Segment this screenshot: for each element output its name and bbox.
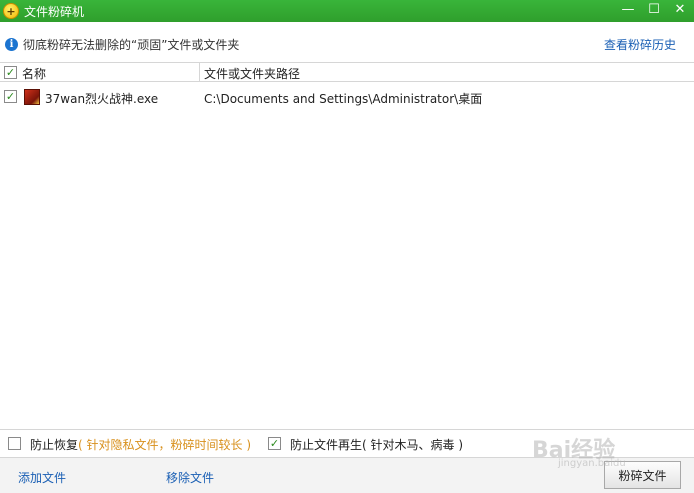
info-bar: i 彻底粉碎无法删除的“顽固”文件或文件夹 查看粉碎历史 [0, 22, 694, 62]
select-all-checkbox[interactable]: ✓ [4, 66, 17, 79]
exe-file-icon [24, 89, 40, 105]
table-row[interactable]: ✓ 37wan烈火战神.exe C:\Documents and Setting… [0, 86, 694, 108]
prevent-recovery-note: ( 针对隐私文件，粉碎时间较长 ) [78, 438, 252, 452]
column-divider[interactable] [199, 63, 200, 82]
bottom-bar: 添加文件 移除文件 粉碎文件 [0, 457, 694, 493]
window-controls: — ☐ ✕ [620, 2, 688, 18]
title-bar: + 文件粉碎机 — ☐ ✕ [0, 0, 694, 22]
prevent-regen-option[interactable]: 防止文件再生( 针对木马、病毒 ) [290, 436, 463, 453]
close-icon[interactable]: ✕ [672, 2, 688, 18]
add-file-link[interactable]: 添加文件 [18, 469, 66, 486]
info-text: 彻底粉碎无法删除的“顽固”文件或文件夹 [23, 38, 240, 52]
file-path: C:\Documents and Settings\Administrator\… [204, 92, 483, 106]
prevent-regen-label: 防止文件再生 [290, 438, 363, 452]
column-header-name[interactable]: 名称 [22, 65, 46, 82]
prevent-regen-note: ( 针对木马、病毒 ) [362, 438, 464, 452]
view-history-link[interactable]: 查看粉碎历史 [604, 36, 676, 53]
file-name: 37wan烈火战神.exe [45, 92, 159, 106]
maximize-icon[interactable]: ☐ [646, 2, 662, 18]
window-title: 文件粉碎机 [24, 4, 85, 19]
prevent-recovery-option[interactable]: 防止恢复( 针对隐私文件，粉碎时间较长 ) [30, 436, 251, 453]
shred-files-button[interactable]: 粉碎文件 [604, 461, 681, 489]
remove-file-link[interactable]: 移除文件 [166, 469, 214, 486]
prevent-recovery-label: 防止恢复 [30, 438, 79, 452]
row-checkbox[interactable]: ✓ [4, 90, 17, 103]
options-bar: 防止恢复( 针对隐私文件，粉碎时间较长 ) ✓ 防止文件再生( 针对木马、病毒 … [0, 429, 694, 457]
prevent-regen-checkbox[interactable]: ✓ [268, 437, 281, 450]
column-header-path[interactable]: 文件或文件夹路径 [204, 65, 300, 82]
info-icon: i [5, 38, 18, 51]
prevent-recovery-checkbox[interactable] [8, 437, 21, 450]
minimize-icon[interactable]: — [620, 2, 636, 18]
table-header: ✓ 名称 文件或文件夹路径 [0, 62, 694, 82]
shredder-app-icon: + [3, 3, 19, 19]
